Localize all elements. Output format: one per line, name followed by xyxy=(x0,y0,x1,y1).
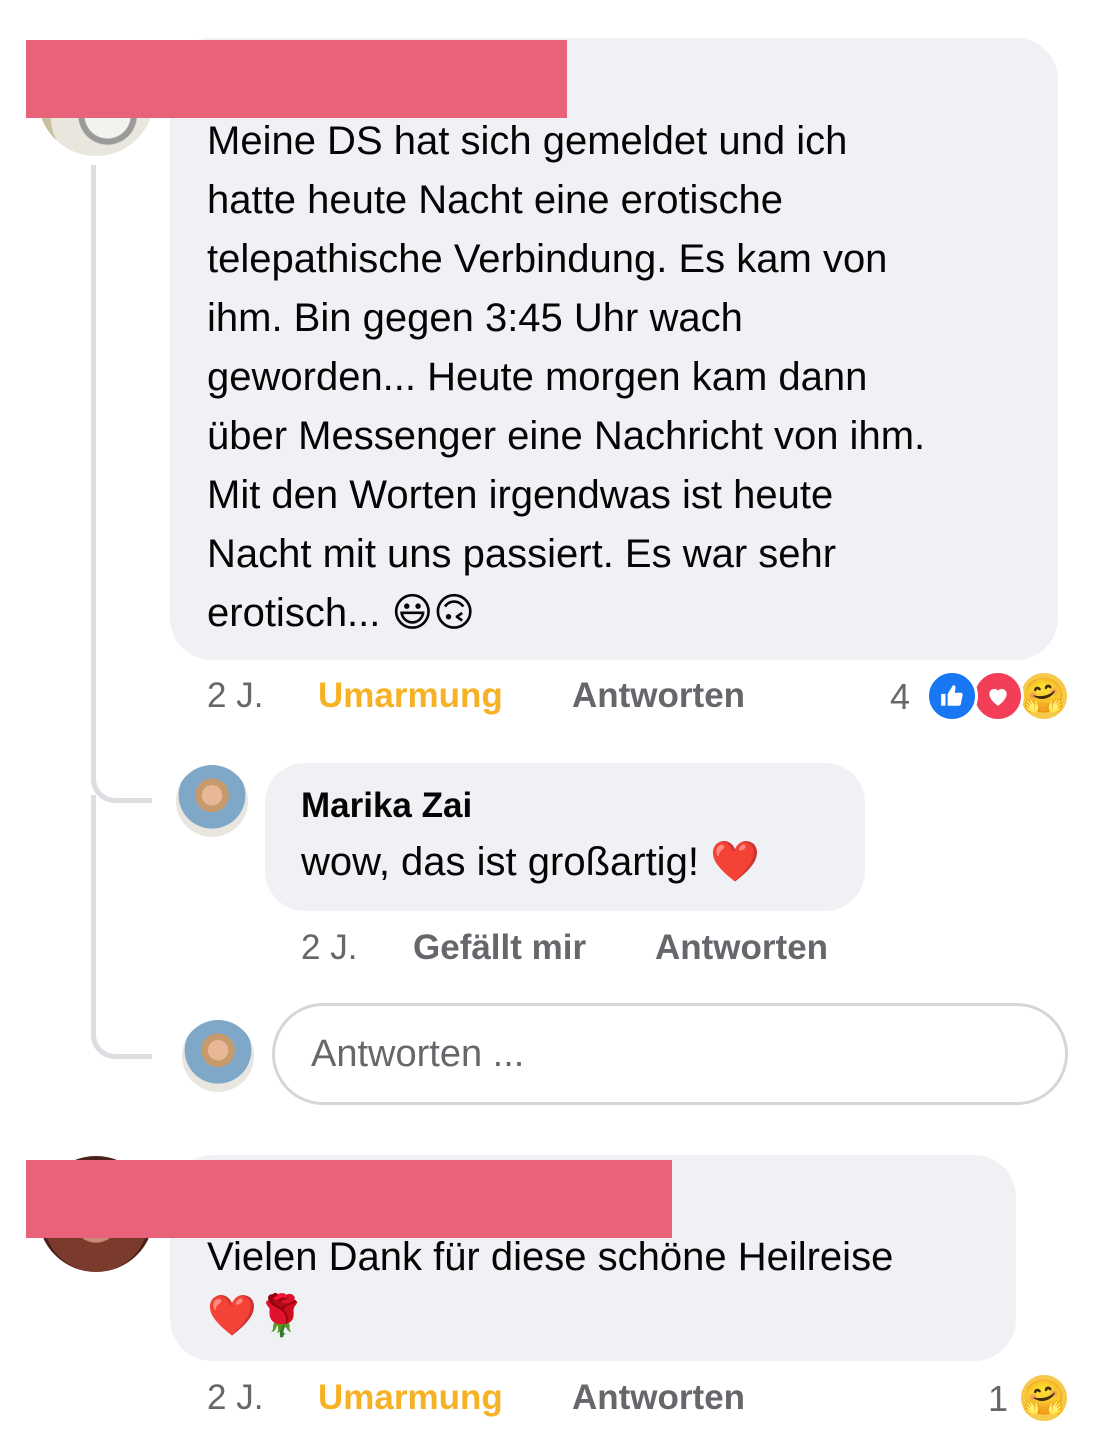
care-icon: 🤗 xyxy=(1018,1372,1070,1424)
reaction-count[interactable]: 1 xyxy=(988,1378,1008,1420)
redacted-author-name xyxy=(26,1160,672,1238)
comment-time[interactable]: 2 J. xyxy=(207,676,263,716)
reply-text: wow, das ist großartig! ❤️ xyxy=(301,840,760,884)
reply-author[interactable]: Marika Zai xyxy=(301,786,472,826)
reaction-label-hug[interactable]: Umarmung xyxy=(318,1378,503,1418)
reply-input[interactable] xyxy=(275,1006,1065,1102)
thread-branch-input xyxy=(91,1000,152,1059)
reply-time[interactable]: 2 J. xyxy=(301,928,357,968)
thread-line-lower xyxy=(91,795,96,1005)
like-icon xyxy=(926,670,978,722)
comment-time[interactable]: 2 J. xyxy=(207,1378,263,1418)
reply-button[interactable]: Antworten xyxy=(572,1378,745,1418)
comment-text: Meine DS hat sich gemeldet und ich hatte… xyxy=(207,119,926,635)
reaction-count[interactable]: 4 xyxy=(890,676,910,718)
avatar[interactable] xyxy=(176,765,248,837)
thread-line xyxy=(91,165,96,745)
care-icon: 🤗 xyxy=(1018,670,1070,722)
avatar xyxy=(182,1020,254,1092)
love-icon xyxy=(972,670,1024,722)
reply-button[interactable]: Antworten xyxy=(572,676,745,716)
like-button[interactable]: Gefällt mir xyxy=(413,928,586,968)
comment-text: Vielen Dank für diese schöne Heilreise ❤… xyxy=(207,1235,894,1338)
reply-button[interactable]: Antworten xyxy=(655,928,828,968)
reaction-label-hug[interactable]: Umarmung xyxy=(318,676,503,716)
reply-input-box[interactable] xyxy=(272,1003,1068,1105)
thread-branch-reply xyxy=(91,740,152,803)
redacted-author-name xyxy=(26,40,567,118)
